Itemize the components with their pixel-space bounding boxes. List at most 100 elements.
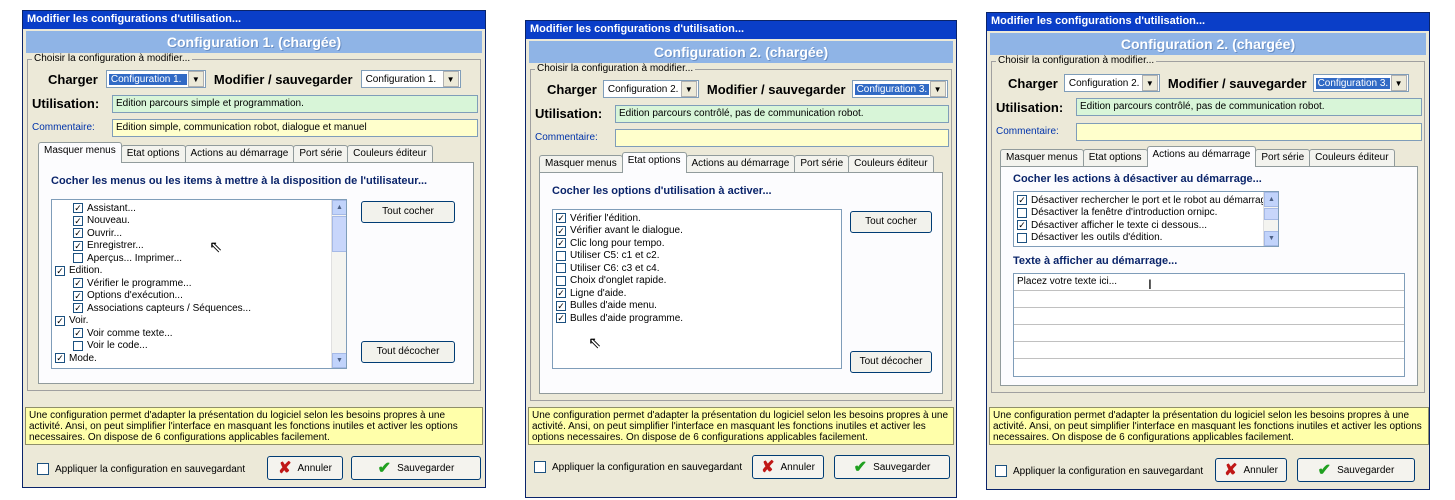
tab-actions-demarrage[interactable]: Actions au démarrage (1146, 146, 1257, 167)
checkbox-checked[interactable]: ✓ (556, 300, 566, 311)
list-item[interactable]: ✓ Vérifier l'édition. (553, 212, 841, 225)
checkbox-checked[interactable]: ✓ (55, 315, 65, 326)
list-item[interactable]: ✓ Voir comme texte... (52, 327, 346, 340)
checkbox-unchecked[interactable] (556, 263, 566, 274)
tab-couleurs-editeur[interactable]: Couleurs éditeur (1309, 149, 1395, 167)
checkbox-checked[interactable]: ✓ (556, 225, 566, 236)
checkbox-checked[interactable]: ✓ (556, 238, 566, 249)
chevron-down-icon[interactable]: ▼ (680, 81, 697, 97)
tab-masquer-menus[interactable]: Masquer menus (38, 142, 122, 163)
scroll-up-icon[interactable]: ▲ (1264, 192, 1278, 207)
scroll-up-icon[interactable]: ▲ (332, 200, 346, 215)
apply-checkbox-row[interactable]: Appliquer la configuration en sauvegarda… (534, 461, 742, 473)
charger-select[interactable]: Configuration 1. ▼ (105, 70, 206, 88)
scroll-down-icon[interactable]: ▼ (332, 353, 346, 368)
apply-checkbox-row[interactable]: Appliquer la configuration en sauvegarda… (995, 465, 1203, 477)
list-item[interactable]: ✓ Ligne d'aide. (553, 287, 841, 300)
apply-checkbox[interactable] (534, 461, 546, 473)
charger-select[interactable]: Configuration 2. ▼ (602, 80, 699, 98)
utilisation-field[interactable]: Edition parcours contrôlé, pas de commun… (615, 105, 949, 123)
list-item[interactable]: ✓ Voir. (52, 315, 346, 328)
list-item[interactable]: ✓ Vérifier avant le dialogue. (553, 225, 841, 238)
tab-etat-options[interactable]: Etat options (1082, 149, 1148, 167)
list-item[interactable]: ✓ Assistant... (52, 202, 346, 215)
checkbox-checked[interactable]: ✓ (556, 288, 566, 299)
tab-actions-demarrage[interactable]: Actions au démarrage (184, 145, 295, 163)
tab-masquer-menus[interactable]: Masquer menus (1000, 149, 1084, 167)
chevron-down-icon[interactable]: ▼ (187, 71, 204, 87)
cancel-button[interactable]: ✘ Annuler (1215, 458, 1287, 482)
scrollbar[interactable]: ▲ ▼ (1263, 192, 1278, 246)
scroll-down-icon[interactable]: ▼ (1264, 231, 1278, 246)
scrollbar[interactable]: ▲ ▼ (331, 200, 346, 368)
list-item[interactable]: ✓ Bulles d'aide programme. (553, 312, 841, 325)
list-item[interactable]: ✓ Clic long pour tempo. (553, 237, 841, 250)
checkbox-checked[interactable]: ✓ (1017, 220, 1027, 231)
checkbox-checked[interactable]: ✓ (73, 240, 83, 251)
checkbox-unchecked[interactable] (556, 250, 566, 261)
tab-etat-options[interactable]: Etat options (621, 152, 687, 173)
apply-checkbox-row[interactable]: Appliquer la configuration en sauvegarda… (37, 463, 245, 475)
commentaire-field[interactable] (615, 129, 949, 147)
utilisation-field[interactable]: Edition parcours simple et programmation… (112, 95, 478, 113)
apply-checkbox[interactable] (37, 463, 49, 475)
utilisation-field[interactable]: Edition parcours contrôlé, pas de commun… (1076, 98, 1422, 116)
tab-couleurs-editeur[interactable]: Couleurs éditeur (347, 145, 433, 163)
apply-checkbox[interactable] (995, 465, 1007, 477)
checkbox-checked[interactable]: ✓ (556, 313, 566, 324)
list-item[interactable]: ✓ Enregistrer... (52, 240, 346, 253)
list-item[interactable]: Utiliser C5: c1 et c2. (553, 250, 841, 263)
checkbox-checked[interactable]: ✓ (55, 265, 65, 276)
save-button[interactable]: ✔ Sauvegarder (351, 456, 481, 480)
cancel-button[interactable]: ✘ Annuler (752, 455, 824, 479)
check-all-button[interactable]: Tout cocher (361, 201, 455, 223)
list-item[interactable]: Désactiver les outils d'édition. (1014, 232, 1278, 245)
checkbox-unchecked[interactable] (73, 340, 83, 351)
checkbox-checked[interactable]: ✓ (1017, 195, 1027, 206)
chevron-down-icon[interactable]: ▼ (929, 81, 946, 97)
scroll-thumb[interactable] (332, 216, 346, 252)
modifier-select[interactable]: Configuration 3. ▼ (1312, 74, 1409, 92)
list-item[interactable]: ✓ Désactiver rechercher le port et le rob… (1014, 194, 1278, 207)
startup-actions-list[interactable]: ✓ Désactiver rechercher le port et le rob… (1013, 191, 1279, 247)
tab-masquer-menus[interactable]: Masquer menus (539, 155, 623, 173)
tab-actions-demarrage[interactable]: Actions au démarrage (685, 155, 796, 173)
list-item[interactable]: ✓ Edition. (52, 265, 346, 278)
modifier-select[interactable]: Configuration 1. ▼ (360, 70, 461, 88)
checkbox-checked[interactable]: ✓ (73, 203, 83, 214)
scroll-thumb[interactable] (1264, 208, 1278, 220)
checkbox-checked[interactable]: ✓ (73, 328, 83, 339)
tab-port-serie[interactable]: Port série (794, 155, 850, 173)
save-button[interactable]: ✔ Sauvegarder (1297, 458, 1415, 482)
list-item[interactable]: ✓ Bulles d'aide menu. (553, 300, 841, 313)
list-item[interactable]: ✓ Nouveau. (52, 215, 346, 228)
checkbox-unchecked[interactable] (556, 275, 566, 286)
chevron-down-icon[interactable]: ▼ (442, 71, 459, 87)
tab-port-serie[interactable]: Port série (293, 145, 349, 163)
list-item[interactable]: Utiliser C6: c3 et c4. (553, 262, 841, 275)
checkbox-checked[interactable]: ✓ (73, 228, 83, 239)
tab-etat-options[interactable]: Etat options (120, 145, 186, 163)
menu-items-list[interactable]: ✓ Assistant... ✓ Nouveau. ✓ Ouvrir... ✓ Enregis… (51, 199, 347, 369)
checkbox-checked[interactable]: ✓ (73, 215, 83, 226)
list-item[interactable]: ✓ Ouvrir... (52, 227, 346, 240)
check-all-button[interactable]: Tout cocher (850, 211, 932, 233)
tab-couleurs-editeur[interactable]: Couleurs éditeur (848, 155, 934, 173)
uncheck-all-button[interactable]: Tout décocher (850, 351, 932, 373)
list-item[interactable]: ✓ Vérifier le programme... (52, 277, 346, 290)
startup-text-area[interactable]: Placez votre texte ici... I (1013, 273, 1405, 377)
checkbox-checked[interactable]: ✓ (55, 353, 65, 364)
list-item[interactable]: ✓ Désactiver afficher le texte ci dessous… (1014, 219, 1278, 232)
charger-select[interactable]: Configuration 2. ▼ (1063, 74, 1160, 92)
commentaire-field[interactable] (1076, 123, 1422, 141)
commentaire-field[interactable]: Edition simple, communication robot, dia… (112, 119, 478, 137)
chevron-down-icon[interactable]: ▼ (1390, 75, 1407, 91)
checkbox-unchecked[interactable] (73, 253, 83, 264)
chevron-down-icon[interactable]: ▼ (1141, 75, 1158, 91)
checkbox-checked[interactable]: ✓ (73, 278, 83, 289)
list-item[interactable]: ✓ Mode. (52, 352, 346, 365)
list-item[interactable]: ✓ Options d'exécution... (52, 290, 346, 303)
save-button[interactable]: ✔ Sauvegarder (834, 455, 950, 479)
tab-port-serie[interactable]: Port série (1255, 149, 1311, 167)
checkbox-unchecked[interactable] (1017, 207, 1027, 218)
